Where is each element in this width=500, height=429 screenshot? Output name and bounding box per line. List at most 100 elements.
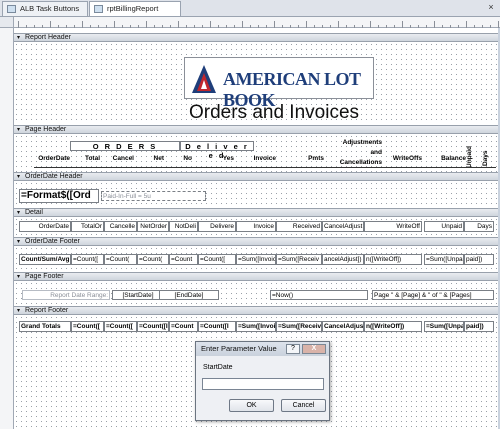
ruler-tick — [82, 21, 83, 28]
group-total-field-8[interactable]: ancelAdjust]) — [322, 254, 364, 265]
help-button[interactable]: ? — [286, 344, 300, 354]
group-total-field-4[interactable]: =Count — [169, 254, 198, 265]
ruler-tick — [146, 21, 147, 28]
col-header-invoice[interactable]: Invoice — [240, 155, 276, 163]
group-total-field-7[interactable]: =Sum([Receiv — [276, 254, 322, 265]
vertical-ruler[interactable] — [0, 28, 14, 429]
grand-total-field-3[interactable]: =Count([I — [137, 321, 169, 332]
parameter-input[interactable] — [202, 378, 324, 390]
section-label: Page Footer — [25, 273, 64, 280]
section-bar-orderdate-header[interactable]: ▾ OrderDate Header — [14, 172, 498, 181]
format-orderdate-field[interactable]: =Format$([Ord — [19, 189, 99, 203]
cancel-button[interactable]: Cancel — [281, 399, 326, 412]
section-bar-page-header[interactable]: ▾ Page Header — [14, 125, 498, 134]
ok-button[interactable]: OK — [229, 399, 274, 412]
group-total-field-9[interactable]: n([WriteOff]) — [364, 254, 422, 265]
group-total-field-10[interactable]: =Sum([Unpaid — [424, 254, 464, 265]
now-field[interactable]: =Now() — [270, 290, 368, 300]
company-logo[interactable]: AMERICAN LOT BOOK — [184, 57, 374, 110]
section-bar-page-footer[interactable]: ▾ Page Footer — [14, 272, 498, 281]
close-icon[interactable]: × — [486, 3, 496, 13]
ruler-tick — [434, 21, 435, 28]
section-label: OrderDate Footer — [25, 238, 80, 245]
report-title[interactable]: Orders and Invoices — [174, 102, 374, 124]
detail-section[interactable]: OrderDate TotalOr Cancelle NetOrder NotDeli D… — [14, 217, 498, 237]
grand-total-field-1[interactable]: =Count([ — [71, 321, 104, 332]
grand-total-field-8[interactable]: CancelAdjust] — [322, 321, 364, 332]
detail-field-5[interactable]: Delivere — [198, 221, 236, 232]
section-bar-detail[interactable]: ▾ Detail — [14, 208, 498, 217]
col-header-days[interactable]: Days — [482, 148, 496, 168]
ruler-tick — [178, 21, 179, 28]
group-total-field-1[interactable]: =Count([ — [71, 254, 104, 265]
start-date-field[interactable]: [StartDate] — [112, 290, 164, 300]
group-total-field-2[interactable]: =Count( — [104, 254, 137, 265]
col-header-total[interactable]: Total — [72, 155, 100, 163]
page-footer-section[interactable]: Report Date Range: [StartDate] [EndDate]… — [14, 281, 498, 306]
col-header-orderdate[interactable]: OrderDate — [32, 155, 70, 163]
ruler-corner[interactable] — [0, 17, 14, 28]
orderdate-header-section[interactable]: =Format$([Ord Paid-In-Full = 5u — [14, 181, 498, 208]
delivered-group-label[interactable]: D e l i v e r e d — [180, 141, 254, 160]
detail-field-6[interactable]: Invoice — [236, 221, 276, 232]
report-header-section[interactable]: AMERICAN LOT BOOK Orders and Invoices — [14, 42, 498, 124]
ruler-tick — [274, 21, 275, 28]
detail-field-10[interactable]: Unpaid — [424, 221, 464, 232]
grand-total-field-7[interactable]: =Sum([Receiv — [276, 321, 322, 332]
detail-field-0[interactable]: OrderDate — [19, 221, 71, 232]
group-total-field-11[interactable]: paid]) — [464, 254, 494, 265]
col-header-no[interactable]: No — [166, 155, 192, 163]
section-bar-report-header[interactable]: ▾ Report Header — [14, 33, 498, 42]
close-button[interactable]: X — [302, 344, 326, 354]
grand-total-field-6[interactable]: =Sum([Invoic — [236, 321, 276, 332]
grand-total-field-10[interactable]: =Sum([Unpaid — [424, 321, 464, 332]
orderdate-footer-section[interactable]: Count/Sum/Avg =Count([=Count(=Count(=Coun… — [14, 246, 498, 272]
page-header-section[interactable]: O R D E R S D e l i v e r e d OrderDate … — [14, 134, 498, 172]
detail-field-11[interactable]: Days — [464, 221, 494, 232]
section-arrow-icon: ▾ — [17, 274, 21, 280]
col-header-unpaid[interactable]: Unpaid — [466, 146, 482, 168]
grand-total-field-5[interactable]: =Count([I — [198, 321, 236, 332]
detail-field-9[interactable]: WriteOff — [364, 221, 422, 232]
end-date-field[interactable]: [EndDate] — [159, 290, 219, 300]
detail-field-8[interactable]: CancelAdjust — [322, 221, 364, 232]
document-tab-strip: ALB Task Buttons rptBillingReport × — [0, 0, 500, 17]
orders-group-label[interactable]: O R D E R S — [70, 141, 180, 151]
group-total-field-0[interactable]: Count/Sum/Avg — [19, 254, 71, 265]
tab-rptbillingreport[interactable]: rptBillingReport — [89, 1, 181, 16]
col-header-yes[interactable]: Yes — [196, 155, 234, 163]
report-footer-section[interactable]: Grand Totals =Count([=Count([=Count([I =Co… — [14, 315, 498, 339]
grand-total-field-9[interactable]: n([WriteOff]) — [364, 321, 422, 332]
detail-field-4[interactable]: NotDeli — [169, 221, 198, 232]
ruler-tick — [338, 21, 339, 28]
grand-total-field-0[interactable]: Grand Totals — [19, 321, 71, 332]
detail-field-3[interactable]: NetOrder — [137, 221, 169, 232]
page-number-field[interactable]: Page " & [Page] & " of " & [Pages] — [372, 290, 494, 300]
section-label: Detail — [25, 209, 43, 216]
section-bar-orderdate-footer[interactable]: ▾ OrderDate Footer — [14, 237, 498, 246]
section-bar-report-footer[interactable]: ▾ Report Footer — [14, 306, 498, 315]
ruler-tick — [242, 21, 243, 28]
horizontal-ruler[interactable] — [14, 17, 500, 28]
group-total-field-6[interactable]: =Sum([Invoic — [236, 254, 276, 265]
col-header-cancel[interactable]: Cancel — [102, 155, 134, 163]
grand-total-field-4[interactable]: =Count — [169, 321, 198, 332]
group-total-field-5[interactable]: =Count([ — [198, 254, 236, 265]
grand-total-field-2[interactable]: =Count([ — [104, 321, 137, 332]
detail-field-1[interactable]: TotalOr — [71, 221, 104, 232]
detail-field-7[interactable]: Received — [276, 221, 322, 232]
paid-in-full-field[interactable]: Paid-In-Full = 5u — [101, 191, 206, 201]
section-label: Report Header — [25, 34, 71, 41]
col-header-balance[interactable]: Balance — [426, 155, 466, 163]
col-header-pmts[interactable]: Pmts — [282, 155, 324, 163]
grand-total-field-11[interactable]: paid]) — [464, 321, 494, 332]
section-arrow-icon: ▾ — [17, 239, 21, 245]
report-date-range-label[interactable]: Report Date Range: — [22, 290, 110, 300]
tab-alb-task-buttons[interactable]: ALB Task Buttons — [2, 1, 88, 16]
col-header-adjustments[interactable]: Adjustments and Cancellations — [330, 138, 382, 168]
group-total-field-3[interactable]: =Count( — [137, 254, 169, 265]
col-header-net[interactable]: Net — [136, 155, 164, 163]
col-header-writeoffs[interactable]: WriteOffs — [386, 155, 422, 163]
tab-label: rptBillingReport — [107, 4, 159, 13]
detail-field-2[interactable]: Cancelle — [104, 221, 137, 232]
